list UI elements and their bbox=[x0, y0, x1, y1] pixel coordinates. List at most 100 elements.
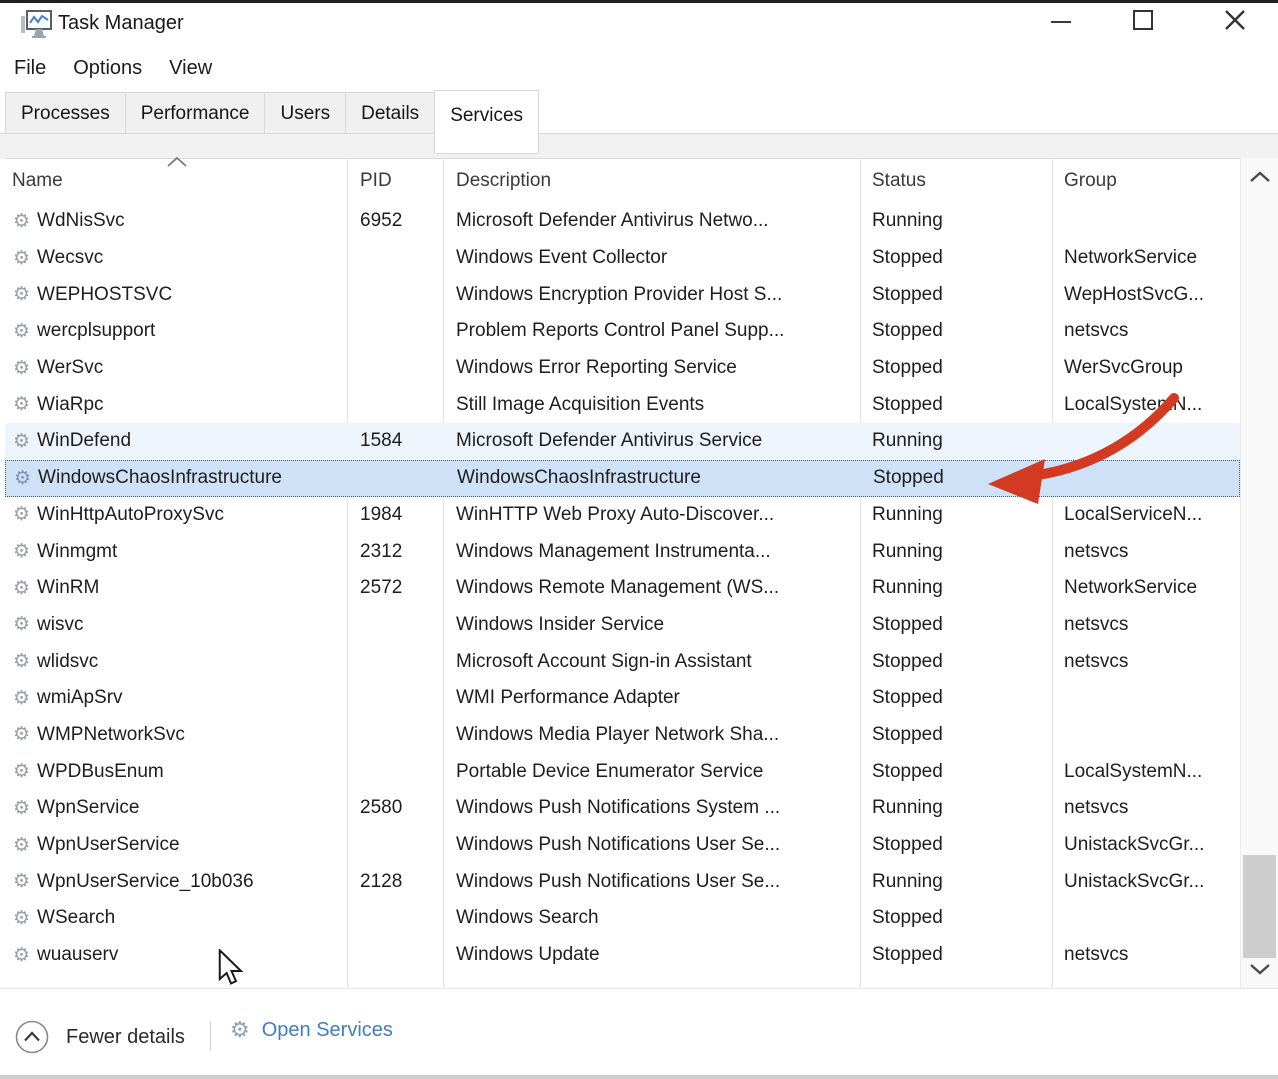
service-name-cell: ⚙WinRM bbox=[5, 570, 347, 606]
column-header-pid[interactable]: PID bbox=[347, 159, 443, 203]
tab-details[interactable]: Details bbox=[345, 92, 434, 134]
table-row[interactable]: ⚙wisvc Windows Insider Service Stopped n… bbox=[5, 607, 1240, 644]
footer-divider bbox=[210, 1021, 211, 1051]
tab-services[interactable]: Services bbox=[434, 90, 539, 154]
table-row[interactable]: ⚙WinDefend 1584 Microsoft Defender Antiv… bbox=[5, 423, 1240, 460]
minimize-button[interactable] bbox=[1038, 3, 1084, 37]
service-name-cell: ⚙wlidsvc bbox=[5, 644, 347, 680]
menu-item-view[interactable]: View bbox=[167, 57, 214, 80]
menu-item-file[interactable]: File bbox=[12, 57, 48, 80]
service-name-cell: ⚙WSearch bbox=[5, 900, 347, 936]
service-description-cell: Windows Remote Management (WS... bbox=[443, 570, 860, 606]
column-header-group[interactable]: Group bbox=[1052, 159, 1240, 203]
service-status-cell: Stopped bbox=[860, 313, 1052, 349]
table-row[interactable]: ⚙WPDBusEnum Portable Device Enumerator S… bbox=[5, 753, 1240, 790]
service-gear-icon: ⚙ bbox=[13, 432, 30, 451]
table-row[interactable]: ⚙WSearch Windows Search Stopped bbox=[5, 900, 1240, 937]
service-status-cell: Stopped bbox=[860, 827, 1052, 863]
service-name-cell: ⚙WpnUserService_10b036 bbox=[5, 864, 347, 900]
scroll-up-button[interactable] bbox=[1241, 162, 1278, 192]
vertical-scrollbar[interactable] bbox=[1240, 158, 1278, 988]
service-group-cell: UnistackSvcGr... bbox=[1052, 827, 1240, 863]
table-row[interactable]: ⚙WinRM 2572 Windows Remote Management (W… bbox=[5, 570, 1240, 607]
service-group-cell: netsvcs bbox=[1052, 534, 1240, 570]
service-description-cell: Windows Event Collector bbox=[443, 240, 860, 276]
open-services-label: Open Services bbox=[262, 1019, 393, 1042]
table-row[interactable]: ⚙WpnUserService Windows Push Notificatio… bbox=[5, 827, 1240, 864]
table-row[interactable]: ⚙WerSvc Windows Error Reporting Service … bbox=[5, 350, 1240, 387]
service-name: WinHttpAutoProxySvc bbox=[37, 497, 224, 533]
service-name-cell: ⚙WpnService bbox=[5, 790, 347, 826]
task-manager-window: Task Manager File Options View ProcessesPe… bbox=[0, 0, 1278, 1079]
service-name-cell: ⚙WEPHOSTSVC bbox=[5, 277, 347, 313]
table-row[interactable]: ⚙Wecsvc Windows Event Collector Stopped … bbox=[5, 240, 1240, 277]
service-status-cell: Stopped bbox=[860, 754, 1052, 790]
scroll-up-icon bbox=[1249, 171, 1271, 183]
tab-users[interactable]: Users bbox=[264, 92, 345, 134]
sort-ascending-icon[interactable] bbox=[165, 155, 189, 168]
minimize-icon bbox=[1051, 21, 1071, 23]
tab-processes[interactable]: Processes bbox=[5, 92, 125, 134]
table-row[interactable]: ⚙Winmgmt 2312 Windows Management Instrum… bbox=[5, 533, 1240, 570]
table-row[interactable]: ⚙WpnUserService_10b036 2128 Windows Push… bbox=[5, 863, 1240, 900]
service-status-cell: Stopped bbox=[860, 350, 1052, 386]
service-pid-cell: 2312 bbox=[347, 534, 443, 570]
service-group-cell: UnistackSvcGr... bbox=[1052, 864, 1240, 900]
service-description-cell: Microsoft Defender Antivirus Service bbox=[443, 423, 860, 459]
service-status-cell: Running bbox=[860, 423, 1052, 459]
service-gear-icon: ⚙ bbox=[13, 872, 30, 891]
service-description-cell: Windows Encryption Provider Host S... bbox=[443, 277, 860, 313]
scrollbar-thumb[interactable] bbox=[1243, 855, 1276, 958]
service-name-cell: ⚙wercplsupport bbox=[5, 313, 347, 349]
service-description-cell: Windows Push Notifications User Se... bbox=[443, 864, 860, 900]
service-name: WiaRpc bbox=[37, 387, 104, 423]
table-row[interactable]: ⚙wercplsupport Problem Reports Control P… bbox=[5, 313, 1240, 350]
table-row[interactable]: ⚙WMPNetworkSvc Windows Media Player Netw… bbox=[5, 717, 1240, 754]
maximize-button[interactable] bbox=[1120, 3, 1166, 37]
service-description-cell: WMI Performance Adapter bbox=[443, 680, 860, 716]
service-name-cell: ⚙wmiApSrv bbox=[5, 680, 347, 716]
service-name: wuauserv bbox=[37, 937, 118, 973]
service-group-cell: NetworkService bbox=[1052, 570, 1240, 606]
table-row[interactable]: ⚙WpnService 2580 Windows Push Notificati… bbox=[5, 790, 1240, 827]
service-gear-icon: ⚙ bbox=[13, 615, 30, 634]
service-status-cell: Running bbox=[860, 203, 1052, 239]
table-row[interactable]: ⚙wmiApSrv WMI Performance Adapter Stoppe… bbox=[5, 680, 1240, 717]
service-description-cell: Windows Error Reporting Service bbox=[443, 350, 860, 386]
service-gear-icon: ⚙ bbox=[13, 285, 30, 304]
table-row[interactable]: ⚙WinHttpAutoProxySvc 1984 WinHTTP Web Pr… bbox=[5, 497, 1240, 534]
table-row[interactable]: ⚙wlidsvc Microsoft Account Sign-in Assis… bbox=[5, 643, 1240, 680]
service-gear-icon: ⚙ bbox=[13, 762, 30, 781]
table-row[interactable]: ⚙wuauserv Windows Update Stopped netsvcs bbox=[5, 937, 1240, 974]
column-header-description[interactable]: Description bbox=[443, 159, 860, 203]
table-row[interactable]: ⚙WdNisSvc 6952 Microsoft Defender Antivi… bbox=[5, 203, 1240, 240]
service-group-cell: netsvcs bbox=[1052, 790, 1240, 826]
service-description-cell: Windows Push Notifications User Se... bbox=[443, 827, 860, 863]
service-description-cell: Microsoft Defender Antivirus Netwo... bbox=[443, 203, 860, 239]
service-pid-cell: 6952 bbox=[347, 203, 443, 239]
service-group-cell: WepHostSvcG... bbox=[1052, 277, 1240, 313]
service-name-cell: ⚙Winmgmt bbox=[5, 534, 347, 570]
menu-item-options[interactable]: Options bbox=[71, 57, 144, 80]
table-row[interactable]: ⚙WindowsChaosInfrastructure WindowsChaos… bbox=[5, 460, 1240, 497]
tab-performance[interactable]: Performance bbox=[125, 92, 265, 134]
service-status-cell: Stopped bbox=[860, 717, 1052, 753]
service-name: WpnService bbox=[37, 790, 139, 826]
fewer-details-button[interactable]: Fewer details bbox=[14, 1019, 185, 1055]
close-button[interactable] bbox=[1212, 3, 1258, 37]
service-name-cell: ⚙wisvc bbox=[5, 607, 347, 643]
close-icon bbox=[1222, 7, 1248, 33]
service-name: WpnUserService bbox=[37, 827, 180, 863]
open-services-link[interactable]: ⚙ Open Services bbox=[230, 1019, 393, 1042]
column-header-status[interactable]: Status bbox=[860, 159, 1052, 203]
title-bar: Task Manager bbox=[0, 3, 1278, 48]
service-pid-cell: 2572 bbox=[347, 570, 443, 606]
service-gear-icon: ⚙ bbox=[13, 909, 30, 928]
service-description-cell: Windows Push Notifications System ... bbox=[443, 790, 860, 826]
service-status-cell: Stopped bbox=[860, 240, 1052, 276]
table-row[interactable]: ⚙WEPHOSTSVC Windows Encryption Provider … bbox=[5, 276, 1240, 313]
table-row[interactable]: ⚙WiaRpc Still Image Acquisition Events S… bbox=[5, 386, 1240, 423]
scroll-down-button[interactable] bbox=[1241, 954, 1278, 984]
service-status-cell: Stopped bbox=[860, 900, 1052, 936]
service-status-cell: Running bbox=[860, 497, 1052, 533]
